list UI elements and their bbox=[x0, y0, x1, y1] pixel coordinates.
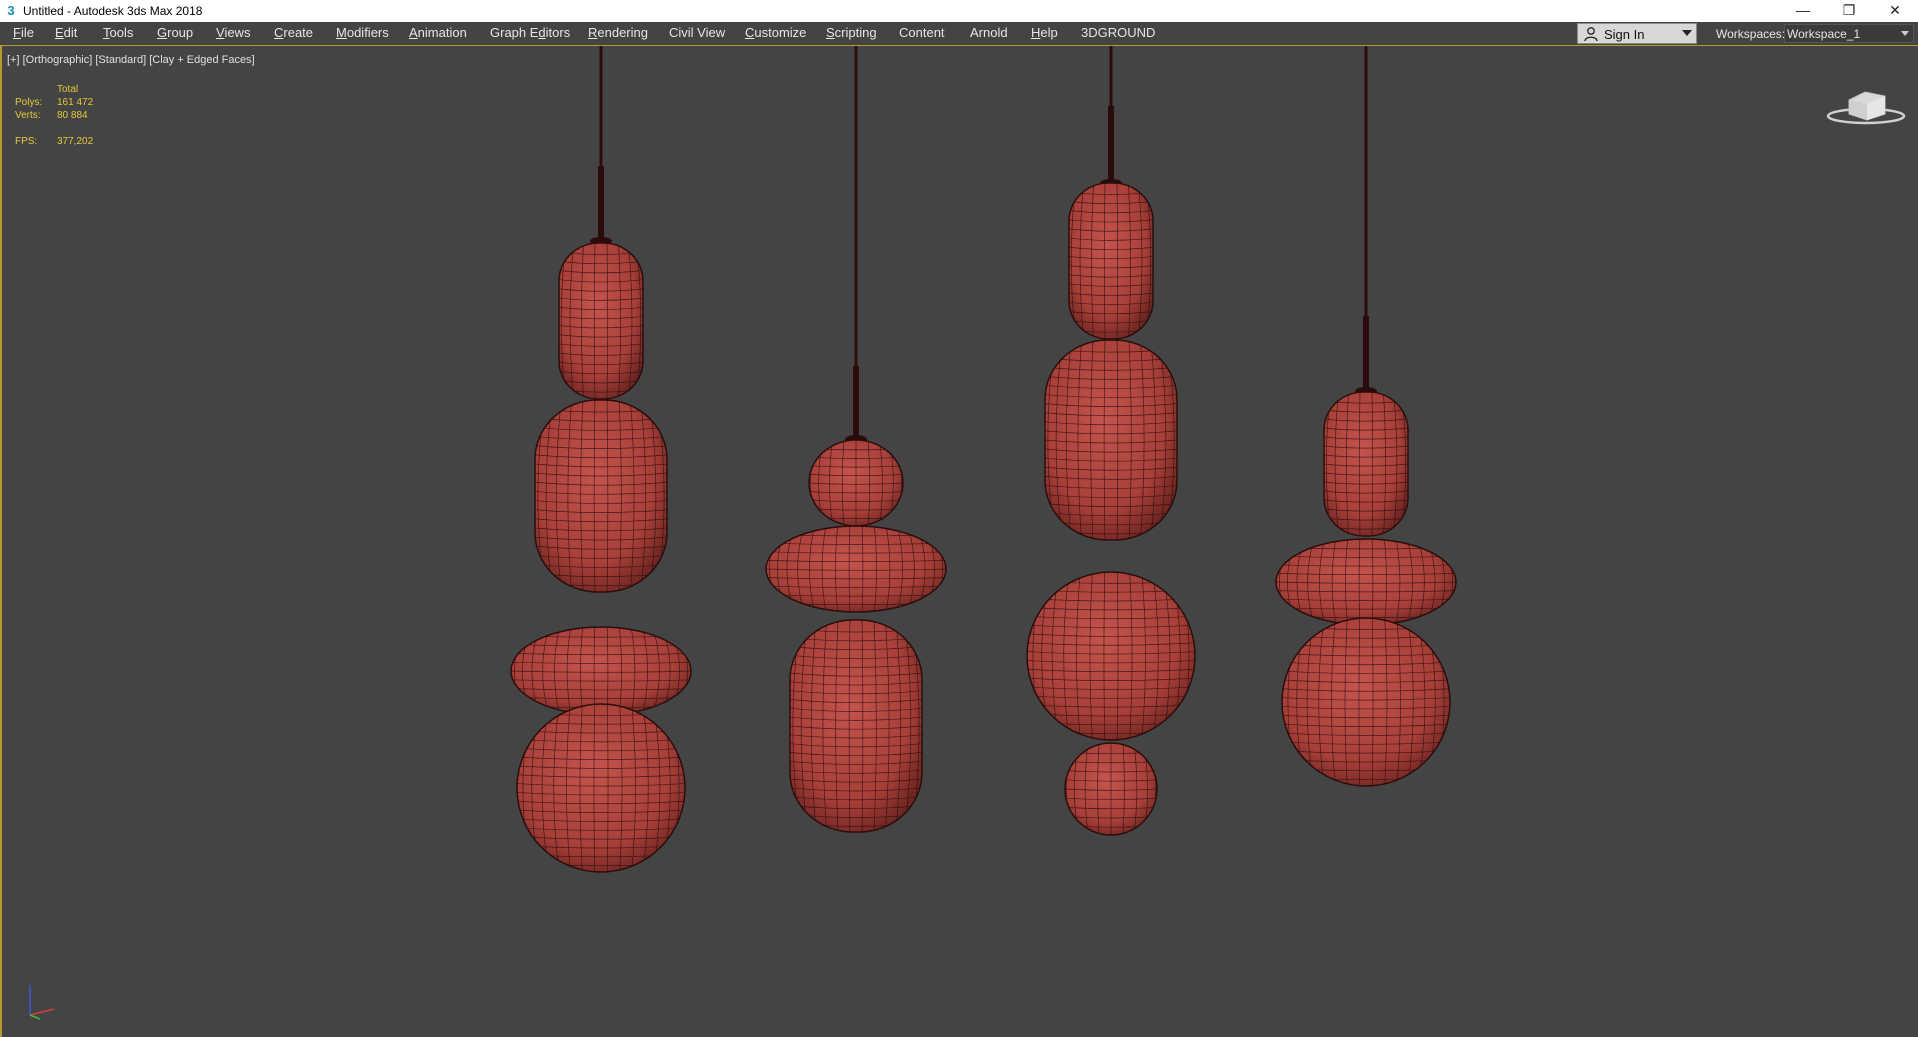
viewport-shading-label[interactable]: [Standard] bbox=[95, 54, 146, 66]
stats-header: Total bbox=[57, 84, 79, 95]
viewport-label: [+] [Orthographic] [Standard] [Clay + Ed… bbox=[7, 54, 255, 66]
menu-item-edit[interactable]: Edit bbox=[55, 25, 77, 40]
menu-item-group[interactable]: Group bbox=[157, 25, 193, 40]
sign-in-label: Sign In bbox=[1604, 27, 1645, 42]
workspace-dropdown[interactable]: Workspace_1 bbox=[1784, 24, 1914, 43]
scene-canvas[interactable] bbox=[2, 46, 1918, 1037]
lamp-4-rod[interactable] bbox=[1363, 316, 1369, 388]
menu-item-modifiers[interactable]: Modifiers bbox=[336, 25, 389, 40]
menu-item-graph-editors[interactable]: Graph Editors bbox=[490, 25, 570, 40]
menu-item-rendering[interactable]: Rendering bbox=[588, 25, 648, 40]
lamp-1-middle-capsule[interactable] bbox=[528, 399, 674, 593]
fps-label: FPS: bbox=[15, 136, 38, 147]
menu-bar: File Edit Tools Group Views Create Modifiers An… bbox=[0, 22, 1918, 46]
viewport-menu-plus[interactable]: [+] bbox=[7, 54, 20, 66]
menu-item-help[interactable]: Help bbox=[1031, 25, 1058, 40]
lamp-3-top-capsule[interactable] bbox=[1066, 182, 1157, 340]
minimize-button[interactable]: — bbox=[1780, 0, 1826, 22]
title-bar: 3 Untitled - Autodesk 3ds Max 2018 — ❐ ✕ bbox=[0, 0, 1918, 22]
sign-in-button[interactable]: Sign In bbox=[1577, 23, 1697, 44]
menu-item-customize[interactable]: Customize bbox=[745, 25, 806, 40]
lamp-3-small-sphere[interactable] bbox=[1061, 742, 1161, 836]
menu-item-tools[interactable]: Tools bbox=[103, 25, 133, 40]
menu-item-3dground[interactable]: 3DGROUND bbox=[1081, 25, 1155, 40]
lamp-4-disc[interactable] bbox=[1266, 538, 1467, 626]
menu-item-create[interactable]: Create bbox=[274, 25, 313, 40]
lamp-2-top-sphere[interactable] bbox=[805, 439, 907, 527]
lamp-1-rod[interactable] bbox=[598, 166, 604, 240]
lamp-1-sphere[interactable] bbox=[508, 703, 695, 873]
lamp-3-rod[interactable] bbox=[1108, 106, 1114, 180]
menu-item-content[interactable]: Content bbox=[899, 25, 945, 40]
lamp-4-sphere[interactable] bbox=[1273, 617, 1460, 787]
app-logo-icon[interactable]: 3 bbox=[4, 3, 18, 19]
lamp-2-disc[interactable] bbox=[756, 525, 957, 613]
fps-value: 377,202 bbox=[57, 136, 94, 147]
viewcube-icon[interactable] bbox=[1825, 78, 1907, 128]
restore-button[interactable]: ❐ bbox=[1826, 0, 1872, 22]
polys-label: Polys: bbox=[15, 97, 43, 108]
chevron-down-icon bbox=[1682, 30, 1692, 36]
viewport-view-label[interactable]: [Orthographic] bbox=[23, 54, 93, 66]
close-button[interactable]: ✕ bbox=[1872, 0, 1918, 22]
user-icon bbox=[1584, 27, 1598, 42]
lamp-2-bottom-capsule[interactable] bbox=[783, 619, 929, 833]
lamp-4-top-capsule[interactable] bbox=[1321, 391, 1412, 537]
menu-item-scripting[interactable]: Scripting bbox=[826, 25, 877, 40]
workspaces-label: Workspaces: bbox=[1716, 27, 1786, 41]
polys-value: 161 472 bbox=[57, 97, 94, 108]
lamp-2-rod[interactable] bbox=[853, 366, 859, 436]
workspace-value: Workspace_1 bbox=[1787, 27, 1861, 41]
menu-item-civil-view[interactable]: Civil View bbox=[669, 25, 725, 40]
lamp-3-middle-capsule[interactable] bbox=[1038, 339, 1184, 541]
menu-item-file[interactable]: File bbox=[13, 25, 34, 40]
menu-item-animation[interactable]: Animation bbox=[409, 25, 467, 40]
lamp-1-disc[interactable] bbox=[501, 626, 702, 716]
verts-label: Verts: bbox=[15, 110, 41, 121]
menu-item-arnold[interactable]: Arnold bbox=[970, 25, 1008, 40]
window-title: Untitled - Autodesk 3ds Max 2018 bbox=[23, 4, 203, 18]
viewport-style-label[interactable]: [Clay + Edged Faces] bbox=[149, 54, 254, 66]
lamp-1-top-capsule[interactable] bbox=[556, 242, 647, 400]
perspective-viewport[interactable]: [+] [Orthographic] [Standard] [Clay + Ed… bbox=[0, 46, 1918, 1037]
axis-tripod-icon bbox=[29, 985, 55, 1020]
verts-value: 80 884 bbox=[57, 110, 88, 121]
menu-item-views[interactable]: Views bbox=[216, 25, 250, 40]
lamp-3-sphere[interactable] bbox=[1018, 571, 1205, 741]
chevron-down-icon bbox=[1901, 31, 1909, 36]
